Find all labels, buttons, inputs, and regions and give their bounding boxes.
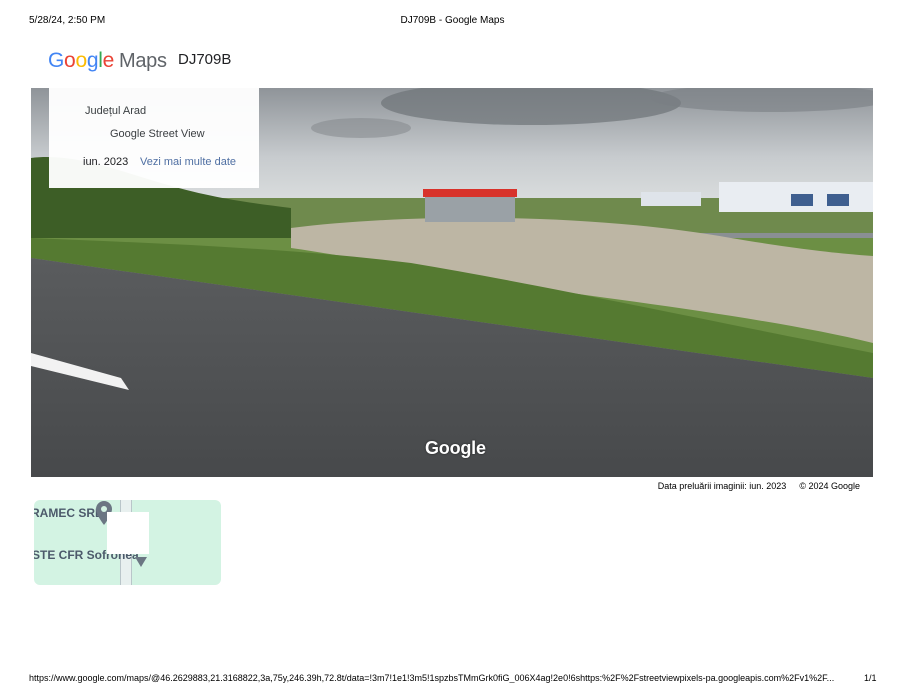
google-watermark: Google [425,438,486,458]
capture-date-label: iun. 2023 [83,156,129,168]
page-number: 1/1 [864,673,877,683]
see-more-dates-link[interactable]: Vezi mai multe date [140,156,236,168]
source-label: Google Street View [110,128,205,140]
print-title: DJ709B - Google Maps [400,15,505,26]
direction-arrow-icon [135,557,147,567]
capture-date-caption: Data preluării imaginii: iun. 2023 [657,481,787,491]
google-letter: e [102,49,115,72]
print-header: 5/28/24, 2:50 PM DJ709B - Google Maps [29,15,876,29]
logo-wordmark: Google Maps [48,49,167,73]
google-letter: g [86,49,99,72]
county-label: Județul Arad [85,105,147,117]
street-view-info-card: Județul Arad Google Street View iun. 202… [49,88,259,188]
place-name: DJ709B [178,51,232,68]
copyright-caption: © 2024 Google [799,481,860,491]
print-url: https://www.google.com/maps/@46.2629883,… [29,673,835,683]
minimap[interactable]: RAMEC SRL STE CFR Sofronea [34,500,221,585]
google-letter: o [75,49,87,72]
google-wordmark: Google [48,49,114,73]
google-maps-logo[interactable]: Google Maps [48,46,167,76]
google-letter: G [48,49,65,72]
minimap-label-top: RAMEC SRL [34,506,103,520]
viewport-marker [107,512,149,554]
google-letter: o [64,49,76,72]
maps-wordmark: Maps [118,50,167,72]
image-caption: Data preluării imaginii: iun. 2023 © 202… [658,481,860,491]
